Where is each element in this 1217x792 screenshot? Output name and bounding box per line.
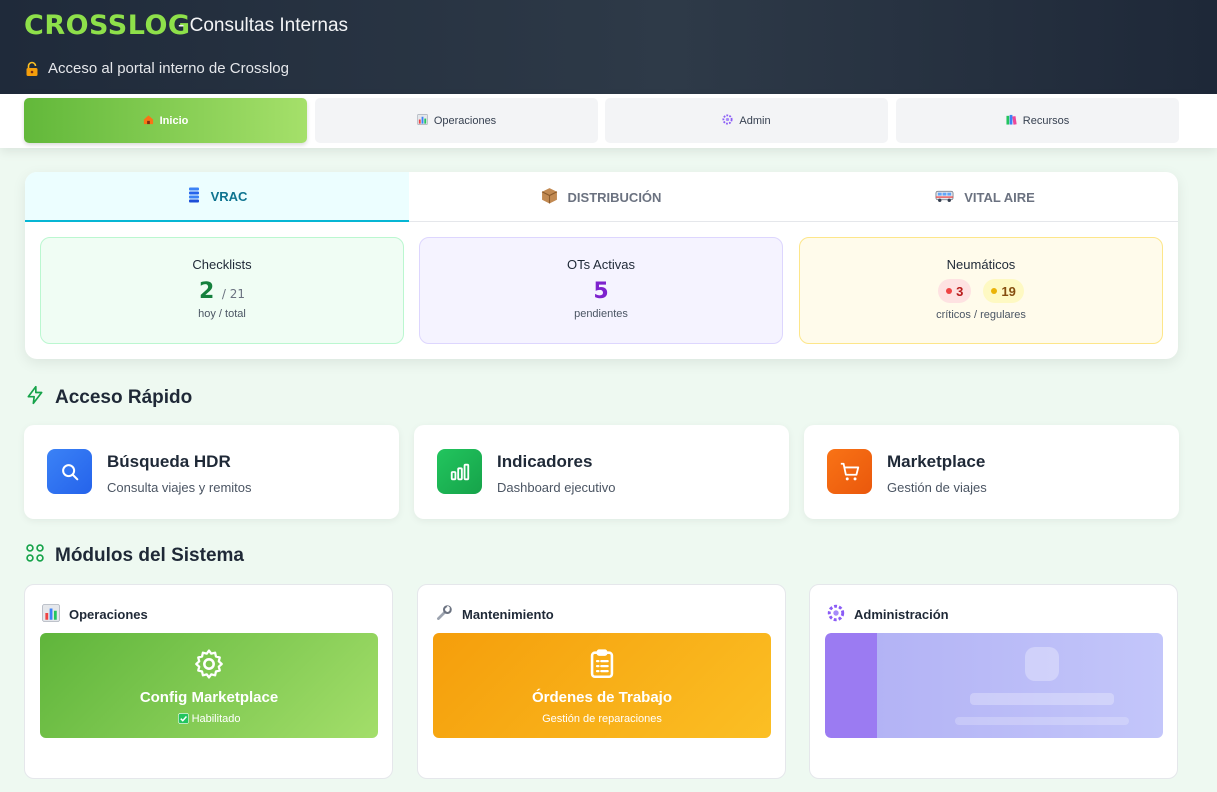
checklists-today: 2 — [198, 279, 215, 304]
nav-tab-admin[interactable]: Admin — [605, 98, 888, 143]
administracion-tile[interactable] — [825, 633, 1163, 738]
wrench-icon — [435, 604, 453, 625]
modules-heading: Módulos del Sistema — [25, 543, 244, 569]
ots-label: OTs Activas — [567, 257, 635, 272]
summary-panel: VRAC DISTRIBUCIÓN VITAL AIRE Checklists … — [25, 172, 1178, 359]
grid-icon — [25, 543, 45, 569]
gear-icon — [827, 604, 845, 625]
module-header: Mantenimiento — [435, 604, 554, 625]
tile-title: Config Marketplace — [139, 689, 279, 706]
blurred-icon — [1025, 647, 1059, 681]
quick-card-indicadores[interactable]: Indicadores Dashboard ejecutivo — [414, 425, 789, 519]
checklists-value: 2 / 21 — [41, 279, 403, 304]
bar-chart-icon — [437, 449, 482, 494]
brand-logo: CROSSLOG — [24, 10, 191, 41]
ots-activas-card[interactable]: OTs Activas 5 pendientes — [419, 237, 783, 344]
portal-access-text: Acceso al portal interno de Crosslog — [24, 60, 289, 77]
tab-vital-aire[interactable]: VITAL AIRE — [793, 172, 1177, 222]
blurred-subtitle — [955, 717, 1129, 725]
critical-dot-icon — [946, 288, 953, 294]
app-header: CROSSLOG - Consultas Internas Acceso al … — [0, 0, 1217, 94]
lock-icon — [24, 61, 40, 77]
home-icon — [143, 114, 154, 128]
quick-card-title: Indicadores — [497, 452, 593, 471]
blurred-title — [970, 693, 1114, 705]
nav-tab-operaciones[interactable]: Operaciones — [315, 98, 598, 143]
clipboard-icon — [585, 647, 619, 686]
division-tabs: VRAC DISTRIBUCIÓN VITAL AIRE — [25, 172, 1178, 222]
checklists-label: Checklists — [192, 257, 252, 272]
nav-tab-recursos[interactable]: Recursos — [896, 98, 1179, 143]
tile-status: Habilitado — [40, 713, 378, 727]
tile-accent — [825, 633, 877, 738]
gear-icon — [192, 647, 226, 686]
books-icon — [1006, 114, 1017, 128]
quick-card-subtitle: Dashboard ejecutivo — [497, 480, 616, 495]
neumaticos-caption: críticos / regulares — [936, 309, 1026, 321]
quick-card-title: Marketplace — [887, 452, 986, 471]
tank-icon — [187, 187, 201, 206]
nav-tab-inicio[interactable]: Inicio — [24, 98, 307, 143]
regular-dot-icon — [991, 288, 998, 294]
quick-card-subtitle: Gestión de viajes — [887, 480, 987, 495]
quick-card-busqueda-hdr[interactable]: Búsqueda HDR Consulta viajes y remitos — [24, 425, 399, 519]
check-icon — [177, 713, 189, 727]
tab-distribucion[interactable]: DISTRIBUCIÓN — [409, 172, 793, 222]
module-card-operaciones: Operaciones Config Marketplace Habilitad… — [24, 584, 393, 779]
config-marketplace-tile[interactable]: Config Marketplace Habilitado — [40, 633, 378, 738]
quick-access-heading: Acceso Rápido — [25, 385, 192, 411]
module-header: Operaciones — [42, 604, 148, 625]
critical-badge: 3 — [938, 279, 972, 303]
checklists-caption: hoy / total — [198, 308, 246, 320]
main-navigation: Inicio Operaciones Admin Recursos — [0, 94, 1217, 148]
ordenes-trabajo-tile[interactable]: Órdenes de Trabajo Gestión de reparacion… — [433, 633, 771, 738]
tab-vrac[interactable]: VRAC — [25, 172, 409, 222]
checklists-card[interactable]: Checklists 2 / 21 hoy / total — [40, 237, 404, 344]
neumaticos-card[interactable]: Neumáticos 3 19 críticos / regulares — [799, 237, 1163, 344]
bar-chart-icon — [416, 113, 428, 128]
regular-badge: 19 — [983, 279, 1024, 303]
module-card-administracion: Administración — [809, 584, 1178, 779]
tile-title: Órdenes de Trabajo — [531, 689, 673, 706]
bar-chart-icon — [42, 604, 60, 625]
search-icon — [47, 449, 92, 494]
neumaticos-pills: 3 19 — [800, 279, 1162, 303]
header-subtitle: - Consultas Internas — [178, 15, 349, 36]
neumaticos-label: Neumáticos — [946, 257, 1016, 272]
gear-icon — [722, 113, 733, 128]
quick-card-subtitle: Consulta viajes y remitos — [107, 480, 252, 495]
cart-icon — [827, 449, 872, 494]
quick-card-title: Búsqueda HDR — [107, 452, 231, 471]
lightning-icon — [25, 385, 45, 411]
quick-card-marketplace[interactable]: Marketplace Gestión de viajes — [804, 425, 1179, 519]
package-icon — [541, 187, 558, 207]
bus-icon — [935, 189, 954, 206]
tile-subtitle: Gestión de reparaciones — [542, 713, 662, 725]
module-header: Administración — [827, 604, 949, 625]
module-card-mantenimiento: Mantenimiento Órdenes de Trabajo Gestión… — [417, 584, 786, 779]
ots-caption: pendientes — [574, 308, 628, 320]
ots-value: 5 — [593, 279, 609, 304]
checklists-total: / 21 — [221, 287, 246, 301]
portal-access-label: Acceso al portal interno de Crosslog — [48, 60, 289, 77]
